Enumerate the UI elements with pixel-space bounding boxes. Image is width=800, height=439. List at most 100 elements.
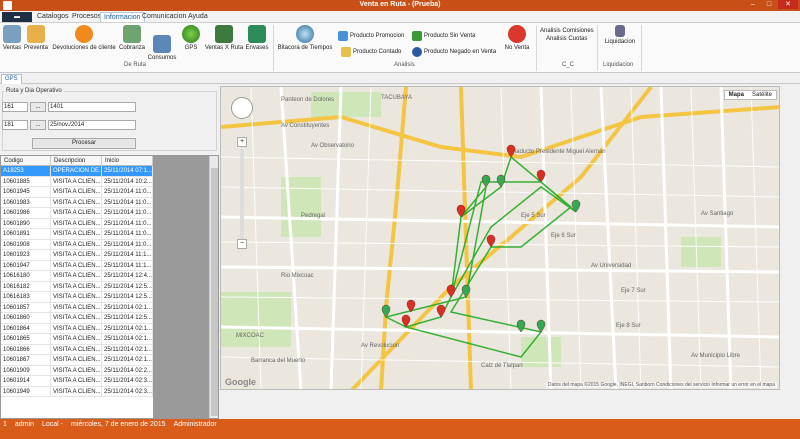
gps-label: GPS (184, 45, 198, 51)
table-row[interactable]: 10616183 VISITA A CLIEN... 25/11/2014 12:5… (1, 292, 153, 303)
table-cell: VISITA A CLIEN... (53, 197, 102, 207)
zoom-out-button[interactable]: − (237, 239, 247, 249)
dia-value-field[interactable]: 25/nov./2014 (48, 120, 136, 130)
table-row[interactable]: 10601914 VISITA A CLIEN... 25/11/2014 02:3… (1, 376, 153, 387)
table-row[interactable]: 10601866 VISITA A CLIEN... 25/11/2014 02:1… (1, 344, 153, 355)
map-copyright[interactable]: Datos del mapa ©2015 Google, INEGI, Sanb… (545, 382, 777, 388)
gps-map[interactable]: Panteon de Dolores TACUBAYA Av Constituy… (220, 86, 780, 390)
table-cell: 10616182 (1, 281, 51, 291)
ruta-lookup-button[interactable]: ... (30, 102, 46, 112)
status-number: 1 (3, 421, 7, 428)
table-cell: 10601909 (1, 365, 51, 375)
group-liquidacion: Liquidacion (603, 62, 634, 68)
producto-negado-button[interactable]: Producto Negado en Venta (412, 47, 496, 57)
eye-icon (296, 25, 314, 43)
ventas-x-ruta-button[interactable]: Ventas X Ruta (204, 25, 244, 51)
table-row[interactable]: 10601857 VISITA A CLIEN... 25/11/2014 02:1… (1, 302, 153, 313)
close-button[interactable]: ✕ (778, 0, 798, 9)
table-cell: 25/11/2014 11:0... (104, 239, 153, 249)
table-row[interactable]: 10616182 VISITA A CLIEN... 25/11/2014 12:5… (1, 281, 153, 292)
preventa-button[interactable]: Preventa (24, 25, 48, 51)
negado-icon (412, 47, 422, 57)
liquidacion-label: Liquidacion (604, 39, 636, 45)
map-type-mapa[interactable]: Mapa (725, 91, 748, 99)
no-venta-button[interactable]: No Venta (502, 25, 532, 51)
pan-control[interactable] (231, 97, 253, 119)
left-panel: Ruta y Dia Operativo 161 ... 1401 181 ..… (0, 85, 219, 419)
street-label: Av Observatorio (311, 143, 355, 149)
table-cell: 25/11/2014 11:0... (104, 208, 153, 218)
table-row[interactable]: 10601865 VISITA A CLIEN... 25/11/2014 02:1… (1, 334, 153, 345)
map-type-satelite[interactable]: Satélite (748, 91, 776, 99)
col-inicio[interactable]: Inicio (102, 156, 153, 165)
zoom-slider[interactable] (240, 149, 244, 239)
table-row[interactable]: 10601867 VISITA A CLIEN... 25/11/2014 02:1… (1, 355, 153, 366)
map-canvas[interactable]: Panteon de Dolores TACUBAYA Av Constituy… (221, 87, 780, 390)
bitacora-button[interactable]: Bitacora de Tiempos (277, 25, 333, 51)
street-label: Eje 6 Sur (551, 233, 576, 239)
minimize-button[interactable]: – (746, 0, 760, 9)
devoluciones-label: Devoluciones de cliente (52, 45, 116, 51)
menu-procesos[interactable]: Procesos (69, 12, 104, 22)
table-row[interactable]: 10601983 VISITA A CLIEN... 25/11/2014 11:0… (1, 197, 153, 208)
ventas-x-ruta-label: Ventas X Ruta (204, 45, 244, 51)
table-row[interactable]: 10616180 VISITA A CLIEN... 25/11/2014 12:4… (1, 271, 153, 282)
table-row[interactable]: 10601923 VISITA A CLIEN... 25/11/2014 11:1… (1, 250, 153, 261)
visits-grid: Codigo Descripcion Inicio A18253 OPERACIO… (0, 155, 219, 419)
menu-informacion[interactable]: Informacion (100, 12, 145, 22)
table-row[interactable]: 10601945 VISITA A CLIEN... 25/11/2014 11:0… (1, 187, 153, 198)
table-row[interactable]: A18253 OPERACION DE... 25/11/2014 07:1... (1, 166, 153, 177)
map-type-control: Mapa Satélite (723, 90, 777, 100)
table-row[interactable]: 10601860 VISITA A CLIEN... 25/11/2014 12:5… (1, 313, 153, 324)
grid-scrollbar[interactable] (209, 156, 218, 418)
table-cell: 25/11/2014 02:2... (104, 365, 153, 375)
table-cell: VISITA A CLIEN... (53, 271, 102, 281)
table-row[interactable]: 10601909 VISITA A CLIEN... 25/11/2014 02:2… (1, 365, 153, 376)
dia-code-field[interactable]: 181 (2, 120, 28, 130)
app-menu-button[interactable]: ▬ (2, 12, 32, 22)
table-row[interactable]: 10601864 VISITA A CLIEN... 25/11/2014 02:1… (1, 323, 153, 334)
col-codigo[interactable]: Codigo (1, 156, 51, 165)
table-row[interactable]: 10601885 VISITA A CLIEN... 25/11/2014 10:2… (1, 176, 153, 187)
ruta-code-field[interactable]: 161 (2, 102, 28, 112)
consumos-button[interactable]: Consumos (147, 35, 177, 61)
menu-catalogos[interactable]: Catalogos (34, 12, 72, 22)
promocion-icon (338, 31, 348, 41)
table-cell: VISITA A CLIEN... (53, 355, 102, 365)
ventas-button[interactable]: Ventas (2, 25, 22, 51)
producto-promocion-button[interactable]: Producto Promocion (338, 31, 404, 41)
street-label: Barranca del Muerto (251, 358, 306, 364)
liquidacion-button[interactable]: Liquidacion (600, 25, 640, 45)
menu-ayuda[interactable]: Ayuda (185, 12, 211, 22)
table-row[interactable]: 10601986 VISITA A CLIEN... 25/11/2014 11:0… (1, 208, 153, 219)
producto-sin-venta-button[interactable]: Producto Sin Venta (412, 31, 475, 41)
dia-lookup-button[interactable]: ... (30, 120, 46, 130)
table-cell: 10601914 (1, 376, 51, 386)
analisis-comisiones-button[interactable]: Analisis Comisiones (540, 28, 594, 34)
analisis-cuotas-button[interactable]: Analisis Cuotas (546, 36, 587, 42)
maximize-button[interactable]: □ (762, 0, 776, 9)
gps-button[interactable]: GPS (178, 25, 204, 51)
table-row[interactable]: 10601908 VISITA A CLIEN... 25/11/2014 11:0… (1, 239, 153, 250)
cobranza-button[interactable]: Cobranza (118, 25, 146, 51)
table-cell: 10601983 (1, 197, 51, 207)
table-cell: 25/11/2014 11:1... (104, 260, 153, 270)
tab-gps[interactable]: GPS (1, 74, 22, 84)
window-title: Venta en Ruta - (Prueba) (359, 1, 441, 8)
table-row[interactable]: 10601949 VISITA A CLIEN... 25/11/2014 02:3… (1, 386, 153, 397)
street-label: Calz de Tlalpan (481, 363, 523, 369)
table-row[interactable]: 10601891 VISITA A CLIEN... 25/11/2014 11:0… (1, 229, 153, 240)
col-descripcion[interactable]: Descripcion (51, 156, 102, 165)
procesar-button[interactable]: Procesar (32, 138, 136, 149)
table-cell: 10616183 (1, 292, 51, 302)
ribbon: Ventas Preventa Devoluciones de cliente … (0, 23, 800, 73)
devoluciones-button[interactable]: Devoluciones de cliente (50, 25, 118, 51)
table-cell: 25/11/2014 07:1... (104, 166, 153, 176)
table-row[interactable]: 10601947 VISITA A CLIEN... 25/11/2014 11:1… (1, 260, 153, 271)
envases-button[interactable]: Envases (244, 25, 270, 51)
menu-comunicacion[interactable]: Comunicacion (139, 12, 189, 22)
producto-contado-button[interactable]: Producto Contado (341, 47, 401, 57)
zoom-in-button[interactable]: + (237, 137, 247, 147)
table-row[interactable]: 10601890 VISITA A CLIEN... 25/11/2014 11:0… (1, 218, 153, 229)
ruta-value-field[interactable]: 1401 (48, 102, 136, 112)
